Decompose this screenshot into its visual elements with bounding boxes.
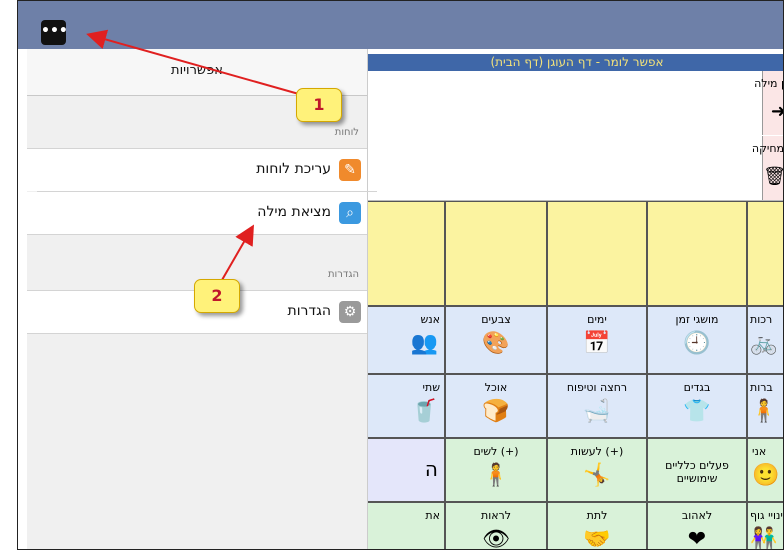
grid-cell-put[interactable]: לשים (+) 🧍: [445, 438, 547, 502]
cell-label: ברות: [750, 381, 773, 394]
side-cell-label: ן מילה: [754, 77, 784, 90]
grid-cell-see[interactable]: לראות 👁: [445, 502, 547, 550]
palette-icon: 🎨: [482, 331, 510, 356]
heart-icon: ❤: [687, 527, 707, 550]
side-cell-word[interactable]: ן מילה ➜: [754, 71, 783, 135]
settings-label: הגדרות: [287, 303, 331, 319]
divider: [27, 333, 367, 334]
find-word-label: מציאת מילה: [257, 204, 331, 220]
grid-cell-partial[interactable]: אני 🙂: [747, 438, 783, 502]
clock-icon: 🕘: [683, 331, 711, 356]
cell-label: לתת: [586, 509, 608, 522]
cell-label: אני: [752, 445, 767, 458]
give-icon: 🤝: [583, 527, 611, 550]
put-icon: 🧍: [482, 463, 510, 488]
trash-icon: 🗑: [763, 166, 784, 187]
eye-icon: 👁: [482, 527, 510, 550]
search-icon: ⌕: [339, 202, 361, 224]
gear-icon: ⚙: [339, 301, 361, 323]
cell-label: לעשות (+): [570, 445, 624, 458]
grid-cell-colors[interactable]: צבעים 🎨: [445, 306, 547, 374]
grid-cell-verbs[interactable]: פעלים כלליים שימושיים: [647, 438, 747, 502]
top-bar: •••: [18, 1, 783, 49]
section-label-boards: לוחות: [334, 127, 359, 138]
more-icon[interactable]: •••: [41, 20, 68, 45]
grid-cell-love[interactable]: לאהוב ❤: [647, 502, 747, 550]
edit-boards-label: עריכת לוחות: [256, 161, 331, 177]
cell-label: בגדים: [683, 381, 711, 394]
grid-cell-bath[interactable]: רחצה וטיפוח 🛁: [547, 374, 647, 438]
delete-cell[interactable]: מחיקה 🗑: [752, 136, 784, 200]
app-frame: ••• אפשר לומר - דף העוגן (דף הבית) ן מיל…: [17, 0, 784, 550]
pronoun-icon: 👫: [750, 527, 778, 550]
grid-cell[interactable]: [445, 201, 547, 306]
grid-cell[interactable]: [547, 201, 647, 306]
pencil-icon: ✎: [339, 159, 361, 181]
cell-label: לשים (+): [473, 445, 519, 458]
cell-label: לראות: [480, 509, 512, 522]
board-title: אפשר לומר - דף העוגן (דף הבית): [367, 54, 783, 71]
cell-label: פעלים כלליים שימושיים: [665, 459, 729, 485]
edit-boards-item[interactable]: עריכת לוחות ✎: [27, 149, 367, 191]
grid-cell[interactable]: [647, 201, 747, 306]
cell-label: רחצה וטיפוח: [566, 381, 628, 394]
panel-title: אפשרויות: [171, 63, 223, 78]
grid-cell-partial[interactable]: רכות 🚲: [747, 306, 783, 374]
calendar-icon: 📅: [583, 331, 611, 356]
delete-label: מחיקה: [751, 142, 784, 155]
communication-board: אפשר לומר - דף העוגן (דף הבית) ן מילה ➜ …: [345, 49, 784, 550]
grid-cell-partial[interactable]: ינויי גוף 👫: [747, 502, 783, 550]
grid-cell-do[interactable]: לעשות (+) 🤸: [547, 438, 647, 502]
do-icon: 🤸: [583, 463, 611, 488]
grid-cell-partial[interactable]: ברות 🧍: [747, 374, 783, 438]
arrow-right-icon: ➜: [771, 101, 783, 122]
grid-cell-clothes[interactable]: בגדים 👕: [647, 374, 747, 438]
grid-cell-give[interactable]: לתת 🤝: [547, 502, 647, 550]
food-icon: 🍞: [482, 399, 510, 424]
cell-label: אוכל: [484, 381, 508, 394]
vehicle-icon: 🚲: [750, 331, 778, 356]
cell-label: רכות: [750, 313, 773, 326]
section-label-settings: הגדרות: [327, 269, 359, 280]
callout-1: 1: [296, 88, 342, 122]
grid-cell-food[interactable]: אוכל 🍞: [445, 374, 547, 438]
grid-cell-time[interactable]: מושגי זמן 🕘: [647, 306, 747, 374]
clothes-icon: 👕: [683, 399, 711, 424]
divider: [27, 234, 367, 235]
cell-label: ינויי גוף: [750, 509, 783, 522]
grid-cell-days[interactable]: ימים 📅: [547, 306, 647, 374]
message-area[interactable]: [367, 71, 783, 201]
person-icon: 🧍: [750, 399, 778, 424]
me-icon: 🙂: [752, 463, 780, 488]
callout-2: 2: [194, 279, 240, 313]
cell-label: לאהוב: [681, 509, 713, 522]
bath-icon: 🛁: [583, 399, 611, 424]
find-word-item[interactable]: מציאת מילה ⌕: [27, 192, 367, 234]
cell-label: מושגי זמן: [675, 313, 719, 326]
cell-label: ימים: [587, 313, 607, 326]
grid-cell[interactable]: [747, 201, 783, 306]
cell-label: צבעים: [481, 313, 511, 326]
